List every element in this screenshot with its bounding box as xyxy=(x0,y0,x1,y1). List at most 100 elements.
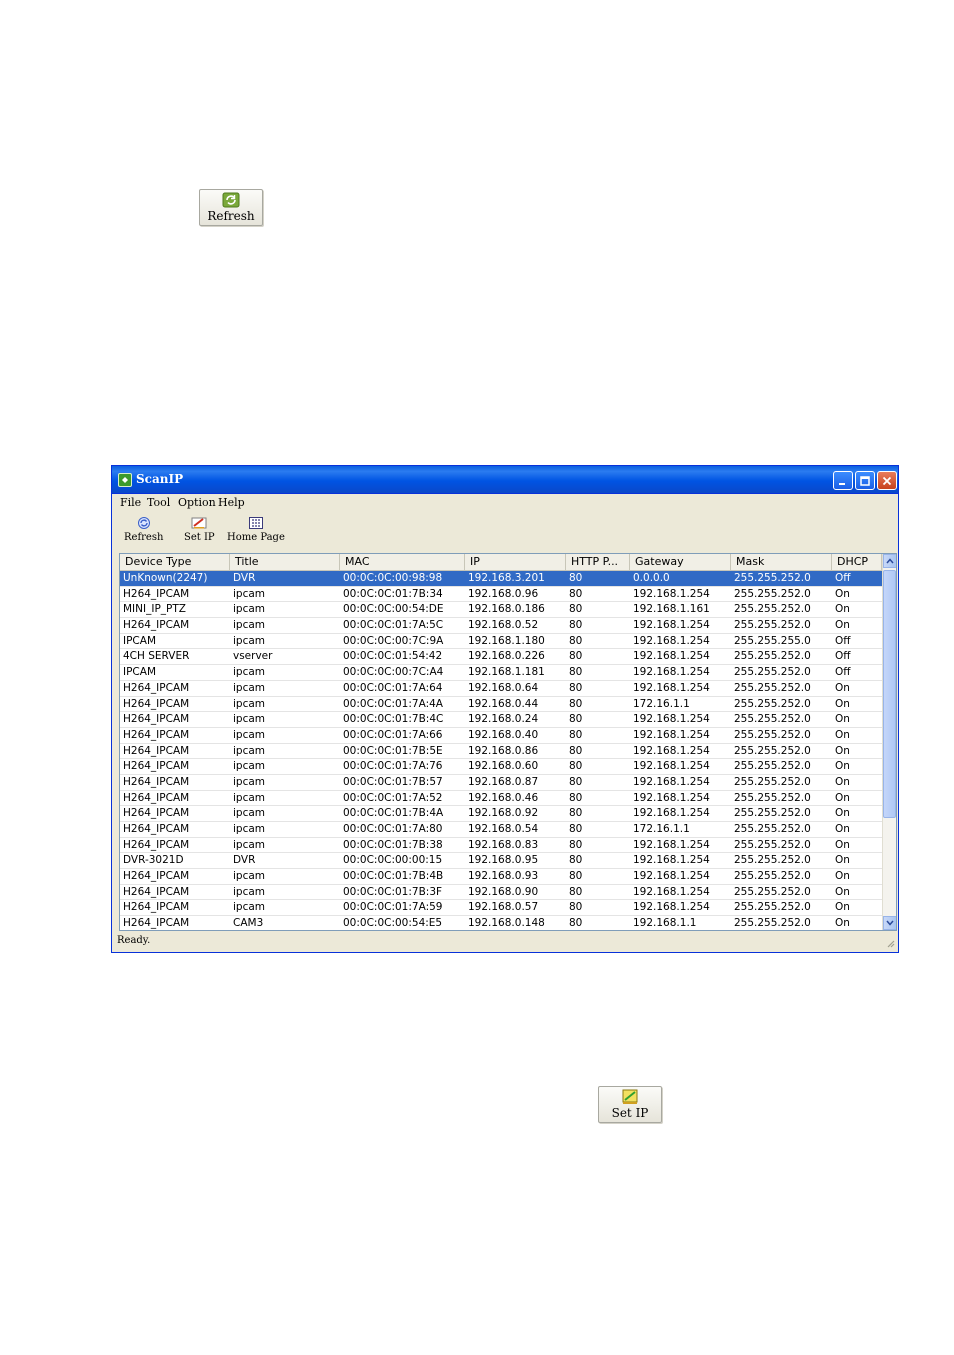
table-row[interactable]: H264_IPCAM ipcam 00:0C:0C:01:7A:59 192.168.… xyxy=(120,900,882,917)
window-title: ScanIP xyxy=(136,472,184,486)
col-ip[interactable]: IP xyxy=(465,554,566,570)
table-row[interactable]: H264_IPCAM ipcam 00:0C:0C:01:7A:5C 192.168.… xyxy=(120,618,882,634)
resize-grip-icon[interactable] xyxy=(885,938,895,948)
cell-device-type: H264_IPCAM xyxy=(123,807,190,820)
table-row[interactable]: H264_IPCAM ipcam 00:0C:0C:01:7A:80 192.168.… xyxy=(120,822,882,838)
toolbar-refresh-button[interactable]: Refresh xyxy=(124,516,163,543)
minimize-button[interactable] xyxy=(833,471,853,490)
table-row[interactable]: IPCAM ipcam 00:0C:0C:00:7C:9A 192.168.1.180… xyxy=(120,634,882,650)
table-row[interactable]: IPCAM ipcam 00:0C:0C:00:7C:A4 192.168.1.181… xyxy=(120,665,882,681)
cell-mac: 00:0C:0C:01:7B:4C xyxy=(343,713,444,726)
cell-title: ipcam xyxy=(233,791,266,804)
cell-mask: 255.255.252.0 xyxy=(734,838,811,851)
table-row[interactable]: H264_IPCAM ipcam 00:0C:0C:01:7B:5E 192.168.… xyxy=(120,744,882,760)
cell-title: ipcam xyxy=(233,901,266,914)
col-dhcp[interactable]: DHCP xyxy=(832,554,882,570)
col-device-type[interactable]: Device Type xyxy=(120,554,230,570)
menu-tool[interactable]: Tool xyxy=(147,496,170,509)
cell-title: ipcam xyxy=(233,775,266,788)
cell-gateway: 192.168.1.254 xyxy=(633,775,710,788)
scroll-up-button[interactable] xyxy=(883,554,896,568)
cell-mask: 255.255.252.0 xyxy=(734,619,811,632)
col-mac[interactable]: MAC xyxy=(340,554,465,570)
doc-refresh-button[interactable]: Refresh xyxy=(199,189,263,226)
cell-gateway: 192.168.1.254 xyxy=(633,713,710,726)
cell-title: ipcam xyxy=(233,728,266,741)
scroll-down-button[interactable] xyxy=(883,916,896,930)
status-bar: Ready. xyxy=(112,933,898,951)
cell-dhcp: On xyxy=(835,760,850,773)
toolbar-set-ip-label: Set IP xyxy=(184,532,215,543)
cell-title: ipcam xyxy=(233,697,266,710)
cell-title: ipcam xyxy=(233,681,266,694)
cell-gateway: 192.168.1.254 xyxy=(633,728,710,741)
set-ip-icon xyxy=(622,1089,638,1104)
cell-ip: 192.168.0.64 xyxy=(468,681,539,694)
col-http-port[interactable]: HTTP P... xyxy=(566,554,630,570)
device-list[interactable]: Device Type Title MAC IP HTTP P... Gatew… xyxy=(119,553,897,931)
menu-option[interactable]: Option xyxy=(178,496,216,509)
toolbar-home-page-button[interactable]: Home Page xyxy=(227,516,285,543)
table-row[interactable]: H264_IPCAM ipcam 00:0C:0C:01:7A:52 192.168.… xyxy=(120,791,882,807)
cell-title: ipcam xyxy=(233,870,266,883)
table-row[interactable]: H264_IPCAM ipcam 00:0C:0C:01:7B:4C 192.168.… xyxy=(120,712,882,728)
cell-ip: 192.168.3.201 xyxy=(468,572,545,584)
cell-gateway: 192.168.1.254 xyxy=(633,854,710,867)
col-mask[interactable]: Mask xyxy=(731,554,832,570)
table-row[interactable]: H264_IPCAM ipcam 00:0C:0C:01:7B:34 192.168.… xyxy=(120,587,882,603)
cell-http-port: 80 xyxy=(569,744,583,757)
cell-mac: 00:0C:0C:01:7B:3F xyxy=(343,885,443,898)
cell-http-port: 80 xyxy=(569,728,583,741)
cell-title: ipcam xyxy=(233,619,266,632)
status-text: Ready. xyxy=(117,935,151,946)
cell-ip: 192.168.0.83 xyxy=(468,838,539,851)
col-title[interactable]: Title xyxy=(230,554,340,570)
cell-mask: 255.255.252.0 xyxy=(734,854,811,867)
cell-mac: 00:0C:0C:01:7A:76 xyxy=(343,760,443,773)
cell-title: ipcam xyxy=(233,713,266,726)
cell-mask: 255.255.252.0 xyxy=(734,744,811,757)
cell-mac: 00:0C:0C:01:7A:4A xyxy=(343,697,443,710)
table-row[interactable]: H264_IPCAM CAM3 00:0C:0C:00:54:E5 192.168.0… xyxy=(120,916,882,930)
scroll-thumb[interactable] xyxy=(883,570,896,818)
close-button[interactable] xyxy=(877,471,897,490)
vertical-scrollbar[interactable] xyxy=(882,554,896,930)
cell-gateway: 172.16.1.1 xyxy=(633,697,690,710)
cell-mac: 00:0C:0C:01:7B:57 xyxy=(343,775,443,788)
table-row[interactable]: H264_IPCAM ipcam 00:0C:0C:01:7B:4B 192.168.… xyxy=(120,869,882,885)
table-row[interactable]: DVR-3021D DVR 00:0C:0C:00:00:15 192.168.0.9… xyxy=(120,853,882,870)
table-row[interactable]: 4CH SERVER vserver 00:0C:0C:01:54:42 192.16… xyxy=(120,649,882,666)
cell-device-type: H264_IPCAM xyxy=(123,870,190,883)
toolbar-set-ip-button[interactable]: Set IP xyxy=(184,516,215,543)
table-row[interactable]: H264_IPCAM ipcam 00:0C:0C:01:7A:64 192.168.… xyxy=(120,681,882,697)
menu-help[interactable]: Help xyxy=(218,496,245,509)
table-row[interactable]: H264_IPCAM ipcam 00:0C:0C:01:7B:4A 192.168.… xyxy=(120,806,882,822)
cell-http-port: 80 xyxy=(569,572,583,584)
col-gateway[interactable]: Gateway xyxy=(630,554,731,570)
cell-device-type: H264_IPCAM xyxy=(123,838,190,851)
cell-dhcp: On xyxy=(835,681,850,694)
cell-gateway: 192.168.1.254 xyxy=(633,666,710,679)
cell-device-type: H264_IPCAM xyxy=(123,775,190,788)
table-row[interactable]: H264_IPCAM ipcam 00:0C:0C:01:7A:4A 192.168.… xyxy=(120,697,882,713)
cell-http-port: 80 xyxy=(569,917,583,930)
home-page-icon xyxy=(248,517,263,529)
cell-device-type: H264_IPCAM xyxy=(123,728,190,741)
table-row[interactable]: H264_IPCAM ipcam 00:0C:0C:01:7A:66 192.168.… xyxy=(120,728,882,744)
table-row[interactable]: MINI_IP_PTZ ipcam 00:0C:0C:00:54:DE 192.168… xyxy=(120,602,882,619)
cell-dhcp: On xyxy=(835,854,850,867)
cell-dhcp: Off xyxy=(835,666,851,679)
cell-dhcp: Off xyxy=(835,650,851,663)
doc-set-ip-button[interactable]: Set IP xyxy=(598,1086,662,1123)
maximize-button[interactable] xyxy=(855,471,875,490)
refresh-icon xyxy=(137,517,150,529)
cell-device-type: IPCAM xyxy=(123,666,157,679)
title-bar[interactable]: ScanIP xyxy=(112,466,898,494)
cell-title: DVR xyxy=(233,572,256,584)
table-row[interactable]: H264_IPCAM ipcam 00:0C:0C:01:7B:38 192.168.… xyxy=(120,838,882,854)
table-row[interactable]: H264_IPCAM ipcam 00:0C:0C:01:7A:76 192.168.… xyxy=(120,759,882,775)
table-row[interactable]: UnKnown(2247) DVR 00:0C:0C:00:98:98 192.168… xyxy=(120,571,882,587)
table-row[interactable]: H264_IPCAM ipcam 00:0C:0C:01:7B:3F 192.168.… xyxy=(120,885,882,901)
menu-file[interactable]: File xyxy=(120,496,141,509)
table-row[interactable]: H264_IPCAM ipcam 00:0C:0C:01:7B:57 192.168.… xyxy=(120,775,882,791)
